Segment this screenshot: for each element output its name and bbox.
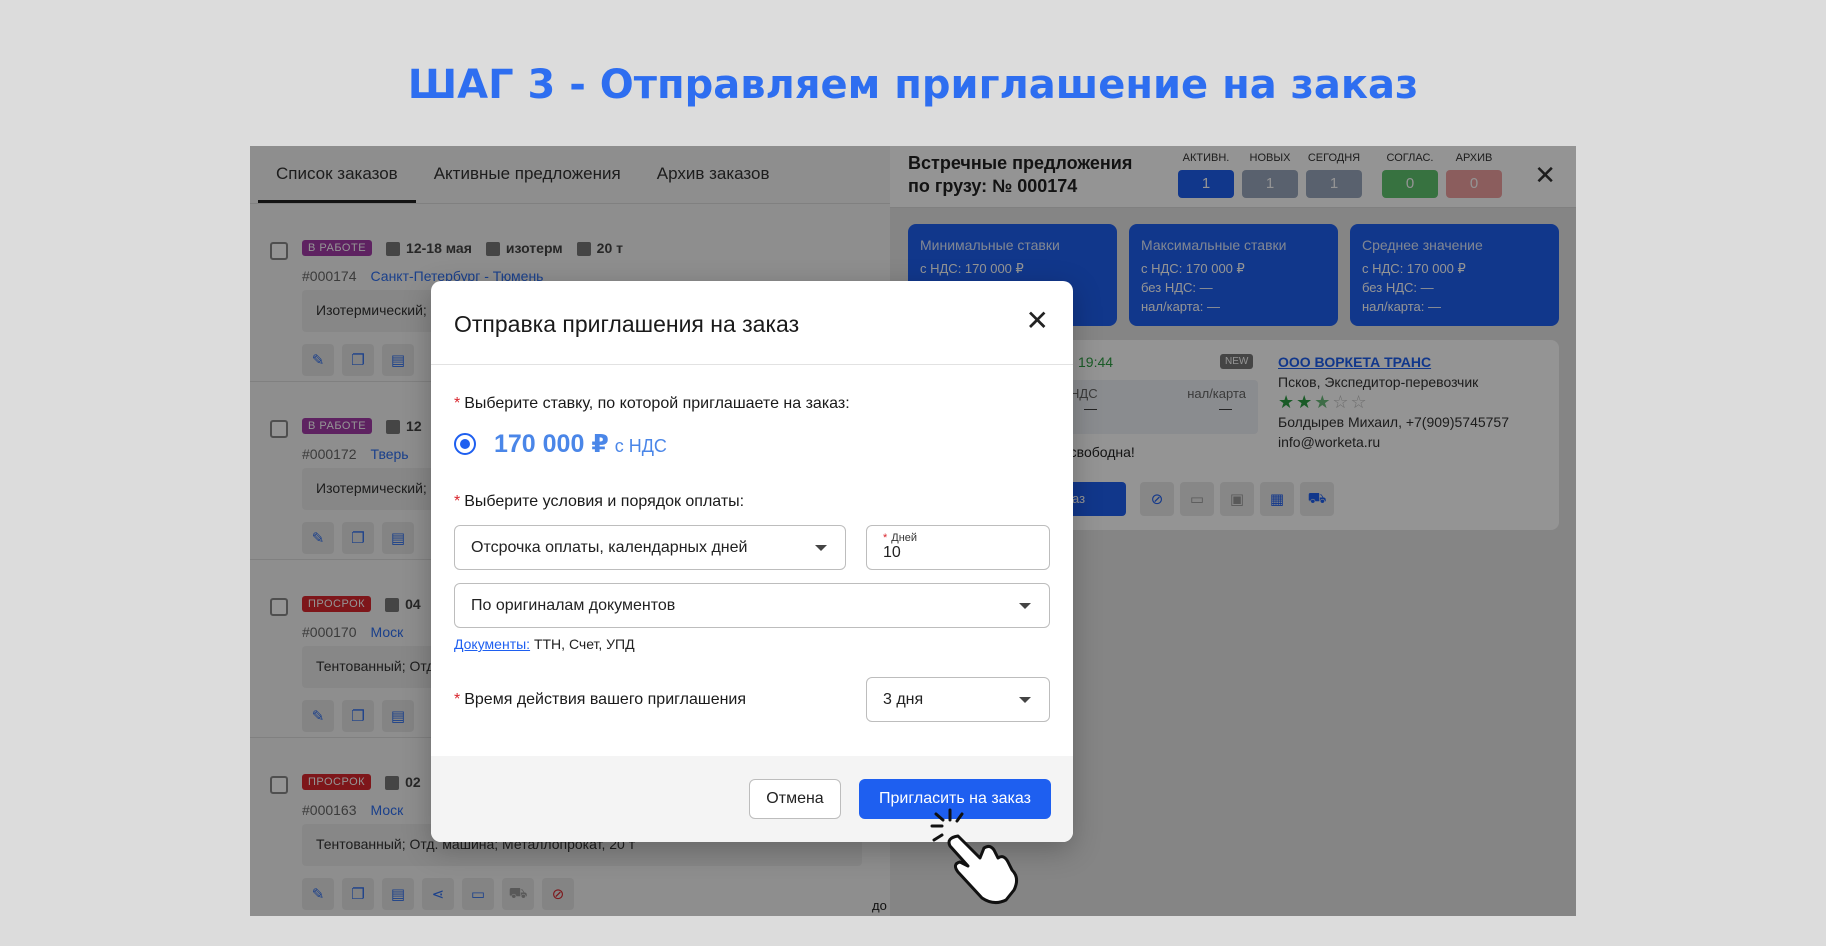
invite-dialog: Отправка приглашения на заказ ✕ * Выберит…: [431, 281, 1073, 842]
hand-pointer-icon: [930, 808, 1019, 905]
documents-value: По оригиналам документов: [471, 597, 676, 614]
days-input[interactable]: [883, 544, 1023, 562]
dialog-title: Отправка приглашения на заказ: [454, 311, 800, 337]
dialog-header: Отправка приглашения на заказ ✕: [431, 281, 1073, 365]
close-icon[interactable]: ✕: [1026, 307, 1049, 335]
chevron-down-icon: [815, 545, 827, 551]
documents-list: ТТН, Счет, УПД: [530, 636, 635, 652]
validity-value: 3 дня: [883, 691, 924, 708]
page-headline: ШАГ 3 - Отправляем приглашение на заказ: [407, 62, 1419, 108]
terms-question-text: Выберите условия и порядок оплаты:: [464, 493, 745, 510]
validity-select[interactable]: 3 дня: [866, 677, 1050, 722]
rate-question-text: Выберите ставку, по которой приглашаете …: [464, 395, 850, 412]
rate-vat: с НДС: [614, 435, 667, 456]
days-field[interactable]: * Дней: [866, 525, 1050, 570]
documents-select[interactable]: По оригиналам документов: [454, 583, 1050, 628]
chevron-down-icon: [1019, 603, 1031, 609]
cancel-button[interactable]: Отмена: [749, 779, 841, 819]
rate-question: * Выберите ставку, по которой приглашаете…: [454, 395, 850, 412]
payment-terms-select[interactable]: Отсрочка оплаты, календарных дней: [454, 525, 846, 570]
terms-question: * Выберите условия и порядок оплаты:: [454, 493, 745, 510]
rate-amount: 170 000 ₽: [494, 430, 609, 458]
documents-link[interactable]: Документы:: [454, 636, 530, 652]
rate-option[interactable]: 170 000 ₽ с НДС: [454, 429, 667, 459]
chevron-down-icon: [1019, 697, 1031, 703]
validity-question-text: Время действия вашего приглашения: [464, 691, 747, 708]
payment-terms-value: Отсрочка оплаты, календарных дней: [471, 539, 748, 556]
rate-radio[interactable]: [454, 433, 476, 455]
days-label: * Дней: [883, 532, 918, 544]
documents-info: Документы: ТТН, Счет, УПД: [454, 636, 635, 652]
validity-question: * Время действия вашего приглашения: [454, 691, 747, 708]
bottom-text: до: [872, 898, 887, 913]
